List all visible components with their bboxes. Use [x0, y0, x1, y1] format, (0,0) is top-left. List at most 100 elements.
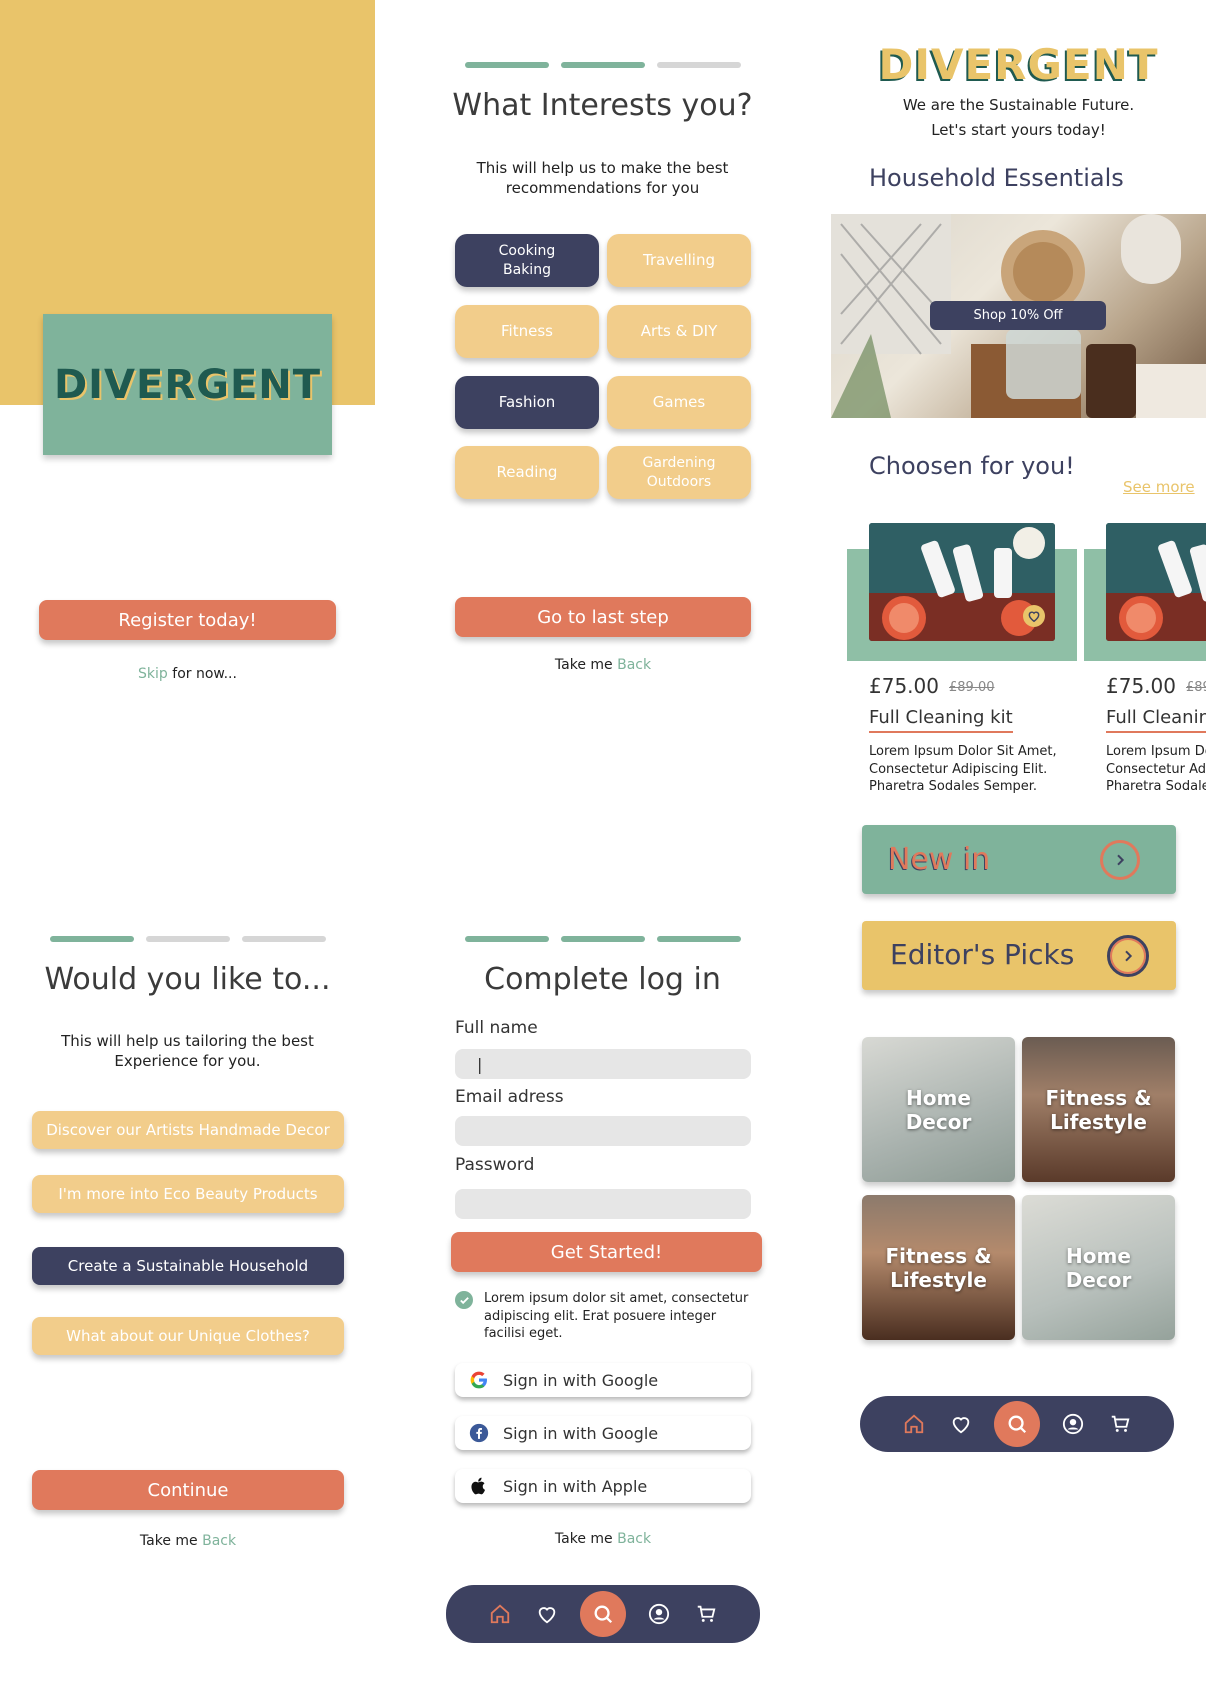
terms-checkbox[interactable]: [455, 1291, 473, 1309]
splash-logo: DIVERGENT: [53, 361, 322, 408]
search-icon[interactable]: [993, 1401, 1040, 1447]
interest-chip[interactable]: Cooking Baking: [455, 234, 599, 287]
preferences-subtitle: This will help us tailoring the best Exp…: [61, 1032, 314, 1071]
home-logo: DIVERGENT: [878, 40, 1159, 89]
category-label: Fitness & Lifestyle: [1045, 1085, 1152, 1134]
preference-option[interactable]: I'm more into Eco Beauty Products: [32, 1175, 344, 1213]
login-title: Complete log in: [484, 962, 721, 997]
progress-bar-1: [50, 936, 134, 942]
skip-link[interactable]: Skip: [138, 666, 168, 682]
google-signin-button[interactable]: Sign in with Google: [455, 1363, 751, 1397]
profile-icon[interactable]: [645, 1600, 673, 1628]
preference-option[interactable]: Create a Sustainable Household: [32, 1247, 344, 1285]
product-name[interactable]: Full Cleaning kit: [1106, 707, 1206, 733]
editors-picks-button[interactable]: Editor's Picks: [862, 921, 1176, 990]
back-prefix: Take me: [554, 1531, 618, 1547]
terms-text: Lorem ipsum dolor sit amet, consectetur …: [484, 1291, 749, 1342]
product-card[interactable]: £75.00 £89.00 Full Cleaning kit Lorem Ip…: [847, 523, 1077, 803]
interest-chip[interactable]: Reading: [455, 446, 599, 499]
google-icon: [455, 1370, 503, 1390]
facebook-signin-button[interactable]: Sign in with Google: [455, 1416, 751, 1450]
product-image: [1106, 523, 1206, 641]
apple-signin-button[interactable]: Sign in with Apple: [455, 1469, 751, 1503]
progress-bar-3: [242, 936, 326, 942]
product-price: £75.00: [1106, 674, 1176, 698]
heart-icon[interactable]: [533, 1600, 561, 1628]
continue-button[interactable]: Continue: [32, 1470, 344, 1510]
arrow-right-icon: [1100, 840, 1140, 880]
password-field[interactable]: [455, 1189, 751, 1219]
interest-chip[interactable]: Arts & DIY: [607, 305, 751, 358]
interest-chip[interactable]: Fitness: [455, 305, 599, 358]
search-icon[interactable]: [579, 1591, 626, 1637]
email-label: Email adress: [455, 1087, 564, 1107]
back-prefix: Take me: [139, 1533, 203, 1549]
category-tile-fitness[interactable]: Fitness & Lifestyle: [1022, 1037, 1175, 1182]
category-tile-home-decor[interactable]: Home Decor: [862, 1037, 1015, 1182]
interest-chip[interactable]: Fashion: [455, 376, 599, 429]
get-started-button[interactable]: Get Started!: [451, 1232, 762, 1272]
banner-badge[interactable]: Shop 10% Off: [930, 301, 1106, 330]
interest-chip[interactable]: Games: [607, 376, 751, 429]
household-banner[interactable]: Shop 10% Off: [831, 214, 1206, 418]
editors-picks-label: Editor's Picks: [890, 938, 1075, 971]
back-line: Take me Back: [32, 1533, 344, 1549]
preferences-screen: Would you like to... This will help us t…: [0, 873, 375, 1686]
apple-icon: [455, 1476, 503, 1496]
product-card[interactable]: £75.00 £89.00 Full Cleaning kit Lorem Ip…: [1084, 523, 1206, 803]
category-label: Home Decor: [905, 1085, 972, 1134]
back-link[interactable]: Back: [617, 1531, 651, 1547]
bottom-nav: [446, 1585, 760, 1643]
progress-bar-3: [657, 62, 741, 68]
back-link[interactable]: Back: [202, 1533, 236, 1549]
back-line: Take me Back: [455, 1531, 751, 1547]
facebook-signin-label: Sign in with Google: [503, 1423, 659, 1443]
cart-icon[interactable]: [692, 1600, 720, 1628]
progress-bar-3: [657, 936, 741, 942]
arrow-right-icon: [1107, 935, 1149, 977]
product-name[interactable]: Full Cleaning kit: [869, 707, 1013, 733]
google-signin-label: Sign in with Google: [503, 1370, 659, 1390]
category-label: Home Decor: [1065, 1243, 1132, 1292]
profile-icon[interactable]: [1059, 1410, 1087, 1438]
full-name-label: Full name: [455, 1018, 538, 1038]
heart-icon[interactable]: [1023, 605, 1045, 627]
interest-chip[interactable]: Gardening Outdoors: [607, 446, 751, 499]
bottom-nav: [860, 1396, 1174, 1452]
product-old-price: £89.00: [949, 680, 995, 695]
interest-chip[interactable]: Travelling: [607, 234, 751, 287]
category-tile-fitness[interactable]: Fitness & Lifestyle: [862, 1195, 1015, 1340]
apple-signin-label: Sign in with Apple: [503, 1476, 648, 1496]
skip-line: Skip for now...: [39, 666, 336, 682]
see-more-link[interactable]: See more: [1123, 478, 1195, 496]
progress-bar-2: [561, 936, 645, 942]
register-button[interactable]: Register today!: [39, 600, 336, 640]
preferences-title: Would you like to...: [44, 962, 331, 997]
preference-option[interactable]: What about our Unique Clothes?: [32, 1317, 344, 1355]
home-tagline-1: We are the Sustainable Future.: [902, 96, 1135, 114]
interests-screen: What Interests you? This will help us to…: [415, 0, 790, 850]
back-prefix: Take me: [554, 657, 618, 673]
new-in-button[interactable]: New in: [862, 825, 1176, 894]
heart-icon[interactable]: [947, 1410, 975, 1438]
full-name-value: |: [477, 1054, 483, 1074]
password-label: Password: [455, 1155, 535, 1175]
interests-subtitle: This will help us to make the best recom…: [476, 159, 729, 198]
category-tile-home-decor[interactable]: Home Decor: [1022, 1195, 1175, 1340]
home-icon[interactable]: [900, 1410, 928, 1438]
full-name-field[interactable]: |: [455, 1049, 751, 1079]
go-last-step-button[interactable]: Go to last step: [455, 597, 751, 637]
progress-bar-1: [465, 62, 549, 68]
home-icon[interactable]: [486, 1600, 514, 1628]
back-link[interactable]: Back: [617, 657, 651, 673]
progress-bar-1: [465, 936, 549, 942]
preference-option[interactable]: Discover our Artists Handmade Decor: [32, 1111, 344, 1149]
skip-rest: for now...: [167, 666, 237, 682]
product-desc: Lorem Ipsum Dolor Sit Amet, Consectetur …: [1106, 744, 1206, 795]
facebook-icon: [455, 1423, 503, 1443]
email-field[interactable]: [455, 1116, 751, 1146]
product-price: £75.00: [869, 674, 939, 698]
splash-logo-card: DIVERGENT: [43, 314, 332, 455]
cart-icon[interactable]: [1106, 1410, 1134, 1438]
login-screen: Complete log in Full name | Email adress…: [415, 873, 790, 1686]
